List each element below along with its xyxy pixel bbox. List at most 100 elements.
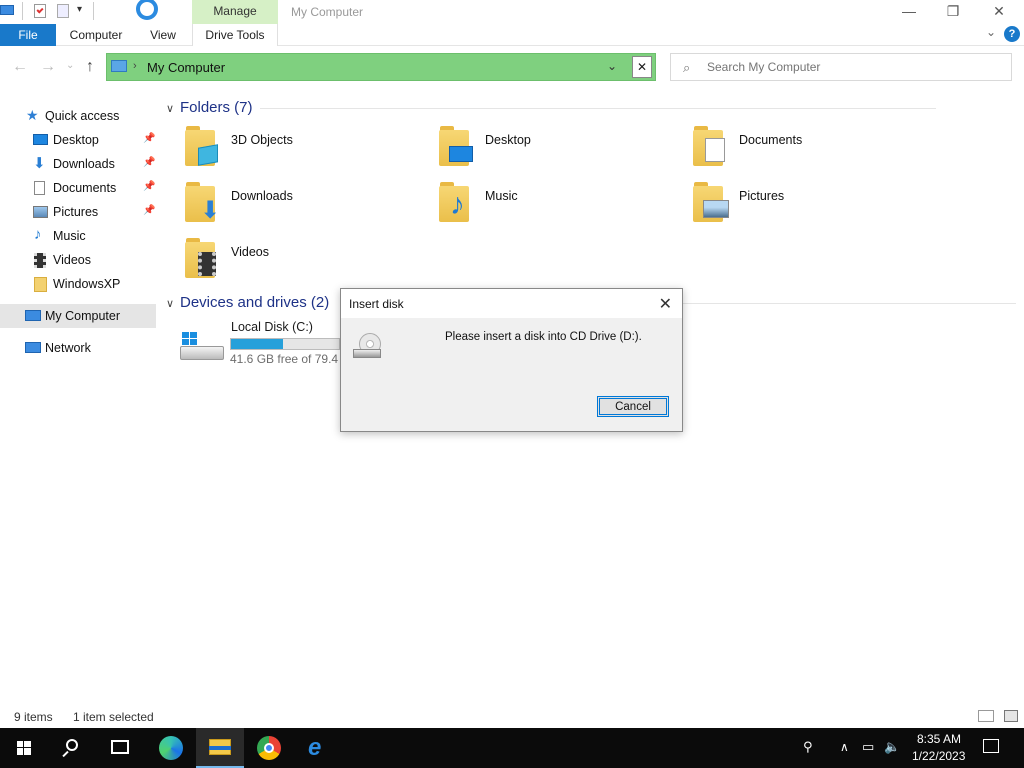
up-arrow-icon[interactable]: ↑	[86, 58, 94, 76]
address-bar[interactable]: › My Computer ⌄ ✕	[106, 53, 656, 81]
minimize-button[interactable]: —	[886, 0, 932, 22]
start-button[interactable]	[0, 728, 48, 768]
sidebar-item-label: Downloads	[53, 157, 115, 171]
sidebar-item-network[interactable]: Network	[0, 336, 156, 360]
new-folder-icon[interactable]	[57, 4, 69, 18]
collapse-chevron-icon[interactable]: ∨	[166, 102, 180, 115]
sidebar-item-pictures[interactable]: Pictures 📌	[0, 200, 156, 224]
folder-pictures[interactable]: Pictures	[688, 182, 928, 234]
folder-videos[interactable]: Videos	[180, 238, 420, 290]
folder-name: Pictures	[739, 189, 785, 203]
close-button[interactable]: ✕	[976, 0, 1022, 22]
search-input[interactable]	[707, 58, 997, 76]
sidebar-item-videos[interactable]: Videos	[0, 248, 156, 272]
search-box[interactable]: ⌕	[670, 53, 1012, 81]
quick-access-dropdown-icon[interactable]: ▾	[77, 4, 82, 15]
edge-icon[interactable]	[147, 728, 195, 768]
music-note-icon: ♪	[450, 188, 465, 221]
sidebar-item-windowsxp[interactable]: WindowsXP	[0, 272, 156, 296]
cancel-button[interactable]: Cancel	[597, 396, 669, 417]
title-bar: ▾ Manage My Computer — ❐ ✕	[0, 0, 1024, 24]
folder-name: Music	[485, 189, 518, 203]
details-view-icon[interactable]	[978, 710, 994, 722]
sidebar-item-downloads[interactable]: ⬇ Downloads 📌	[0, 152, 156, 176]
folder-desktop[interactable]: Desktop	[434, 126, 674, 178]
devices-group-header[interactable]: ∨ Devices and drives (2)	[166, 294, 329, 311]
folder-name: Downloads	[231, 189, 293, 203]
people-icon[interactable]: ⚲	[803, 739, 813, 755]
sidebar-item-my-computer[interactable]: My Computer	[0, 304, 156, 328]
folder-music[interactable]: ♪ Music	[434, 182, 674, 234]
sidebar-item-label: Music	[53, 229, 86, 243]
chrome-icon[interactable]	[245, 728, 293, 768]
cd-drive-icon	[353, 333, 383, 363]
group-title: Devices and drives (2)	[180, 294, 330, 311]
sidebar-item-label: Videos	[53, 253, 91, 267]
network-icon[interactable]: ▭	[862, 739, 874, 755]
clock-date[interactable]: 1/22/2023	[912, 749, 965, 763]
forward-arrow-icon[interactable]: →	[40, 58, 56, 76]
large-icons-view-icon[interactable]	[1004, 710, 1018, 722]
clock-time[interactable]: 8:35 AM	[917, 732, 961, 746]
properties-icon[interactable]	[34, 4, 46, 18]
folder-3d-objects[interactable]: 3D Objects	[180, 126, 420, 178]
document-icon	[34, 181, 45, 195]
computer-icon[interactable]	[0, 5, 14, 15]
sidebar-item-documents[interactable]: Documents 📌	[0, 176, 156, 200]
tab-computer[interactable]: Computer	[60, 24, 132, 46]
breadcrumb-chevron-icon[interactable]: ›	[133, 60, 137, 72]
back-arrow-icon[interactable]: ←	[12, 58, 28, 76]
pin-icon: 📌	[143, 205, 156, 216]
folder-documents[interactable]: Documents	[688, 126, 928, 178]
tab-drive-tools[interactable]: Drive Tools	[192, 24, 278, 46]
folder-downloads[interactable]: ⬇ Downloads	[180, 182, 420, 234]
drive-usage-bar	[230, 338, 340, 350]
recent-locations-icon[interactable]: ⌄	[66, 60, 74, 71]
film-icon	[198, 252, 216, 276]
notifications-icon[interactable]	[983, 739, 999, 753]
sidebar-item-label: Network	[45, 341, 91, 355]
divider	[260, 108, 936, 109]
task-view-icon[interactable]	[96, 728, 144, 768]
selection-count: 1 item selected	[73, 710, 154, 724]
sidebar-item-label: My Computer	[45, 309, 121, 323]
collapse-chevron-icon[interactable]: ∨	[166, 297, 180, 310]
document-icon	[705, 138, 725, 162]
maximize-button[interactable]: ❐	[930, 0, 976, 22]
manage-context-tab[interactable]: Manage	[192, 0, 278, 24]
film-icon	[34, 253, 46, 268]
desktop-icon	[449, 146, 473, 162]
folder-name: Desktop	[485, 133, 531, 147]
item-count: 9 items	[14, 710, 53, 724]
show-hidden-icons-icon[interactable]: ∧	[840, 740, 849, 754]
hard-drive-icon	[180, 332, 224, 364]
search-icon[interactable]	[48, 728, 96, 768]
navigation-pane: ★ Quick access Desktop 📌 ⬇ Downloads 📌 D…	[0, 100, 160, 700]
computer-icon	[25, 310, 41, 321]
computer-icon	[111, 60, 127, 72]
separator	[22, 2, 23, 20]
sidebar-item-label: Documents	[53, 181, 117, 195]
address-path[interactable]: My Computer	[147, 60, 225, 75]
sidebar-item-desktop[interactable]: Desktop 📌	[0, 128, 156, 152]
folders-group-header[interactable]: ∨ Folders (7)	[166, 99, 253, 116]
sidebar-item-music[interactable]: ♪ Music	[0, 224, 156, 248]
internet-explorer-icon[interactable]: e	[294, 728, 342, 768]
taskbar: e ⚲ ∧ ▭ 🔈 8:35 AM 1/22/2023	[0, 728, 1024, 768]
tab-file[interactable]: File	[0, 24, 56, 46]
tab-view[interactable]: View	[140, 24, 186, 46]
address-dropdown-icon[interactable]: ⌄	[607, 59, 617, 73]
picture-icon	[703, 200, 729, 218]
volume-icon[interactable]: 🔈	[884, 739, 900, 755]
dialog-close-button[interactable]: ✕	[659, 294, 672, 314]
file-explorer-icon[interactable]	[196, 728, 244, 768]
help-icon[interactable]: ?	[1004, 26, 1020, 42]
cube-icon	[198, 144, 218, 166]
drive-name: Local Disk (C:)	[231, 320, 313, 334]
insert-disk-dialog: Insert disk ✕ Please insert a disk into …	[340, 288, 683, 432]
address-clear-button[interactable]: ✕	[632, 56, 652, 78]
sidebar-item-quick-access[interactable]: ★ Quick access	[0, 104, 156, 128]
ribbon-expand-icon[interactable]: ⌄	[986, 25, 996, 39]
divider	[682, 303, 1016, 304]
ribbon-tabs: File Computer View Drive Tools ⌄ ?	[0, 24, 1024, 46]
